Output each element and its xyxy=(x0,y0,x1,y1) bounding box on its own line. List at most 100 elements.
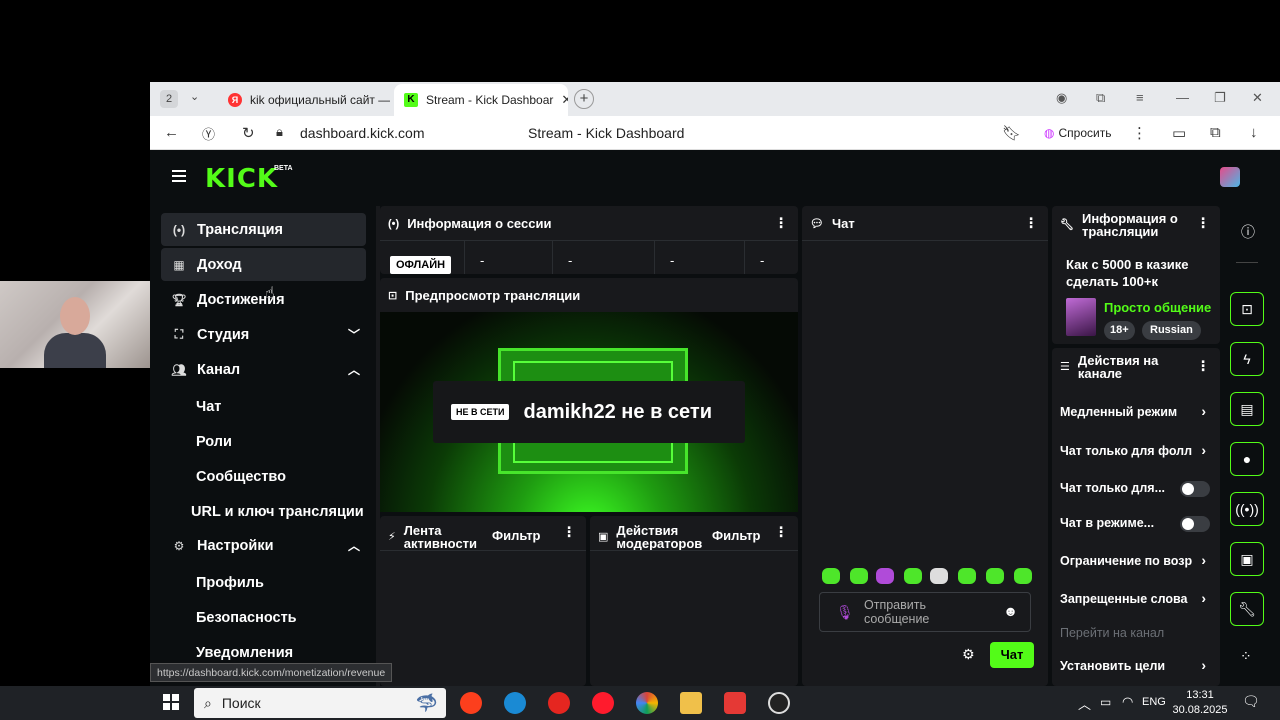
more-vert-icon[interactable]: ⋮ xyxy=(774,524,788,541)
emote-icon[interactable] xyxy=(876,568,894,584)
rail-notes-button[interactable]: ▤ xyxy=(1230,392,1264,426)
emote-mode-toggle[interactable] xyxy=(1180,516,1210,532)
more-vert-icon[interactable]: ⋮ xyxy=(1196,358,1210,375)
yandex-logo-icon[interactable]: Ⓨ xyxy=(202,124,215,143)
emote-icon[interactable] xyxy=(986,568,1004,584)
reload-icon[interactable]: ↻ xyxy=(242,124,255,142)
profile-icon[interactable]: ◉ xyxy=(1056,90,1067,106)
chevron-up-icon[interactable]: ︿ xyxy=(1078,694,1091,713)
rail-chat-button[interactable]: ● xyxy=(1230,442,1264,476)
sidebar-sub-community[interactable]: Сообщество xyxy=(196,469,286,485)
rail-preview-button[interactable]: ⊡ xyxy=(1230,292,1264,326)
action-set-goals[interactable]: Установить цели xyxy=(1060,659,1210,673)
minimize-icon[interactable]: — xyxy=(1176,90,1189,105)
more-vert-icon[interactable]: ⋮ xyxy=(774,215,788,232)
more-vert-icon[interactable]: ⋮ xyxy=(1132,124,1147,142)
folder-icon[interactable] xyxy=(680,692,702,714)
restore-icon[interactable]: ❐ xyxy=(1214,90,1226,106)
download-icon[interactable]: ↓ xyxy=(1250,124,1258,141)
taskbar-clock[interactable]: 13:31 30.08.2025 xyxy=(1170,688,1230,718)
rail-streaminfo-button[interactable]: 🔧︎ xyxy=(1230,592,1264,626)
yandex-browser-icon[interactable] xyxy=(460,692,482,714)
close-icon[interactable]: ✕ xyxy=(561,92,568,108)
emote-icon[interactable] xyxy=(822,568,840,584)
language-indicator[interactable]: ENG xyxy=(1142,696,1166,708)
yandex-icon[interactable] xyxy=(548,692,570,714)
tab-kick-dashboard[interactable]: K Stream - Kick Dashboar ✕ xyxy=(394,84,568,116)
sidebar-item-studio[interactable]: ⛶ Студия ﹀ xyxy=(161,318,366,351)
rail-modactions-button[interactable]: ▣ xyxy=(1230,542,1264,576)
filter-button[interactable]: Фильтр xyxy=(492,528,541,543)
menu-icon[interactable]: ≡ xyxy=(1136,90,1144,105)
lock-icon[interactable]: 🔒︎ xyxy=(276,124,283,140)
sidebar-item-broadcast[interactable]: (•) Трансляция xyxy=(161,213,366,246)
emote-icon[interactable] xyxy=(904,568,922,584)
rail-broadcast-button[interactable]: ((•)) xyxy=(1230,492,1264,526)
url-field[interactable]: dashboard.kick.com xyxy=(300,125,425,141)
edge-icon[interactable] xyxy=(504,692,526,714)
apps-icon[interactable]: ⁘ xyxy=(1240,648,1252,665)
sidebar-item-channel[interactable]: 👥︎ Канал ︿ xyxy=(161,353,366,386)
send-chat-button[interactable]: Чат xyxy=(990,642,1034,668)
wifi-icon[interactable]: ◠ xyxy=(1122,694,1133,710)
microphone-icon[interactable]: 🎙︎ xyxy=(836,604,854,621)
action-slow-mode[interactable]: Медленный режим xyxy=(1060,405,1210,419)
obs-icon[interactable] xyxy=(768,692,790,714)
taskbar-search[interactable]: ⌕ Поиск 🦈︎ xyxy=(194,688,446,718)
sidebar-sub-chat[interactable]: Чат xyxy=(196,399,221,415)
chevron-right-icon[interactable]: › xyxy=(1201,590,1206,606)
emote-icon[interactable] xyxy=(1014,568,1032,584)
kick-logo[interactable]: KICK xyxy=(205,164,278,194)
sidebar-sub-roles[interactable]: Роли xyxy=(196,434,232,450)
chrome-icon[interactable] xyxy=(636,692,658,714)
close-window-icon[interactable]: ✕ xyxy=(1252,90,1263,106)
sidebar-item-revenue[interactable]: ▦ Доход xyxy=(161,248,366,281)
chevron-right-icon[interactable]: › xyxy=(1201,442,1206,458)
new-tab-button[interactable]: + xyxy=(574,89,594,109)
more-vert-icon[interactable]: ⋮ xyxy=(1196,215,1210,232)
collections-icon[interactable]: ⧉ xyxy=(1096,90,1105,106)
chevron-right-icon[interactable]: › xyxy=(1201,657,1206,673)
rail-activity-button[interactable]: ϟ xyxy=(1230,342,1264,376)
chevron-down-icon[interactable]: ⌄ xyxy=(190,90,199,103)
emote-icon[interactable] xyxy=(958,568,976,584)
chat-input[interactable]: 🎙︎ Отправить сообщение ☻ xyxy=(819,592,1031,632)
category-name[interactable]: Просто общение xyxy=(1104,300,1220,315)
bookmark-icon[interactable]: 🔖︎ xyxy=(1002,124,1021,142)
sidebar-sub-security[interactable]: Безопасность xyxy=(196,610,297,626)
sidebar-sub-profile[interactable]: Профиль xyxy=(196,575,264,591)
chevron-right-icon[interactable]: › xyxy=(1201,403,1206,419)
subscribers-only-toggle[interactable] xyxy=(1180,481,1210,497)
action-age-restriction[interactable]: Ограничение по возр xyxy=(1060,554,1200,568)
opera-icon[interactable] xyxy=(592,692,614,714)
webcam-overlay xyxy=(0,281,150,368)
hamburger-menu-icon[interactable] xyxy=(172,170,186,185)
action-followers-only[interactable]: Чат только для фолл xyxy=(1060,444,1200,458)
emote-icon[interactable] xyxy=(850,568,868,584)
sidebar-item-settings[interactable]: ⚙ Настройки ︿ xyxy=(161,529,366,562)
chevron-right-icon[interactable]: › xyxy=(1201,552,1206,568)
tab-count[interactable]: 2 xyxy=(160,90,178,108)
gear-icon[interactable]: ⚙ xyxy=(962,646,975,663)
action-banned-words[interactable]: Запрещенные слова xyxy=(1060,592,1200,606)
tab-yandex-search[interactable]: Я kik официальный сайт — xyxy=(218,84,390,116)
battery-icon[interactable]: ▭ xyxy=(1100,695,1111,709)
sidebar-sub-notifications[interactable]: Уведомления xyxy=(196,645,293,661)
emote-icon[interactable] xyxy=(930,568,948,584)
filter-button[interactable]: Фильтр xyxy=(712,528,761,543)
info-icon[interactable]: ⓘ xyxy=(1241,222,1255,242)
back-arrow-icon[interactable]: ← xyxy=(164,124,179,141)
shield-icon: ▣ xyxy=(1240,551,1254,567)
ask-alice-button[interactable]: ◍ Спросить xyxy=(1040,123,1115,143)
windows-start-icon[interactable] xyxy=(163,694,179,710)
sidebar-sub-stream-key[interactable]: URL и ключ трансляции xyxy=(191,504,364,520)
battery-icon[interactable]: ▭ xyxy=(1172,124,1186,142)
wps-icon[interactable] xyxy=(724,692,746,714)
notification-icon[interactable]: 🗨︎ xyxy=(1242,693,1260,710)
more-vert-icon[interactable]: ⋮ xyxy=(562,524,576,541)
extensions-icon[interactable]: ⧉ xyxy=(1210,124,1221,141)
emoji-icon[interactable]: ☻ xyxy=(1003,603,1018,619)
more-vert-icon[interactable]: ⋮ xyxy=(1024,215,1038,232)
sidebar-item-achievements[interactable]: 🏆︎ Достижения xyxy=(161,283,366,316)
avatar[interactable] xyxy=(1220,167,1240,187)
